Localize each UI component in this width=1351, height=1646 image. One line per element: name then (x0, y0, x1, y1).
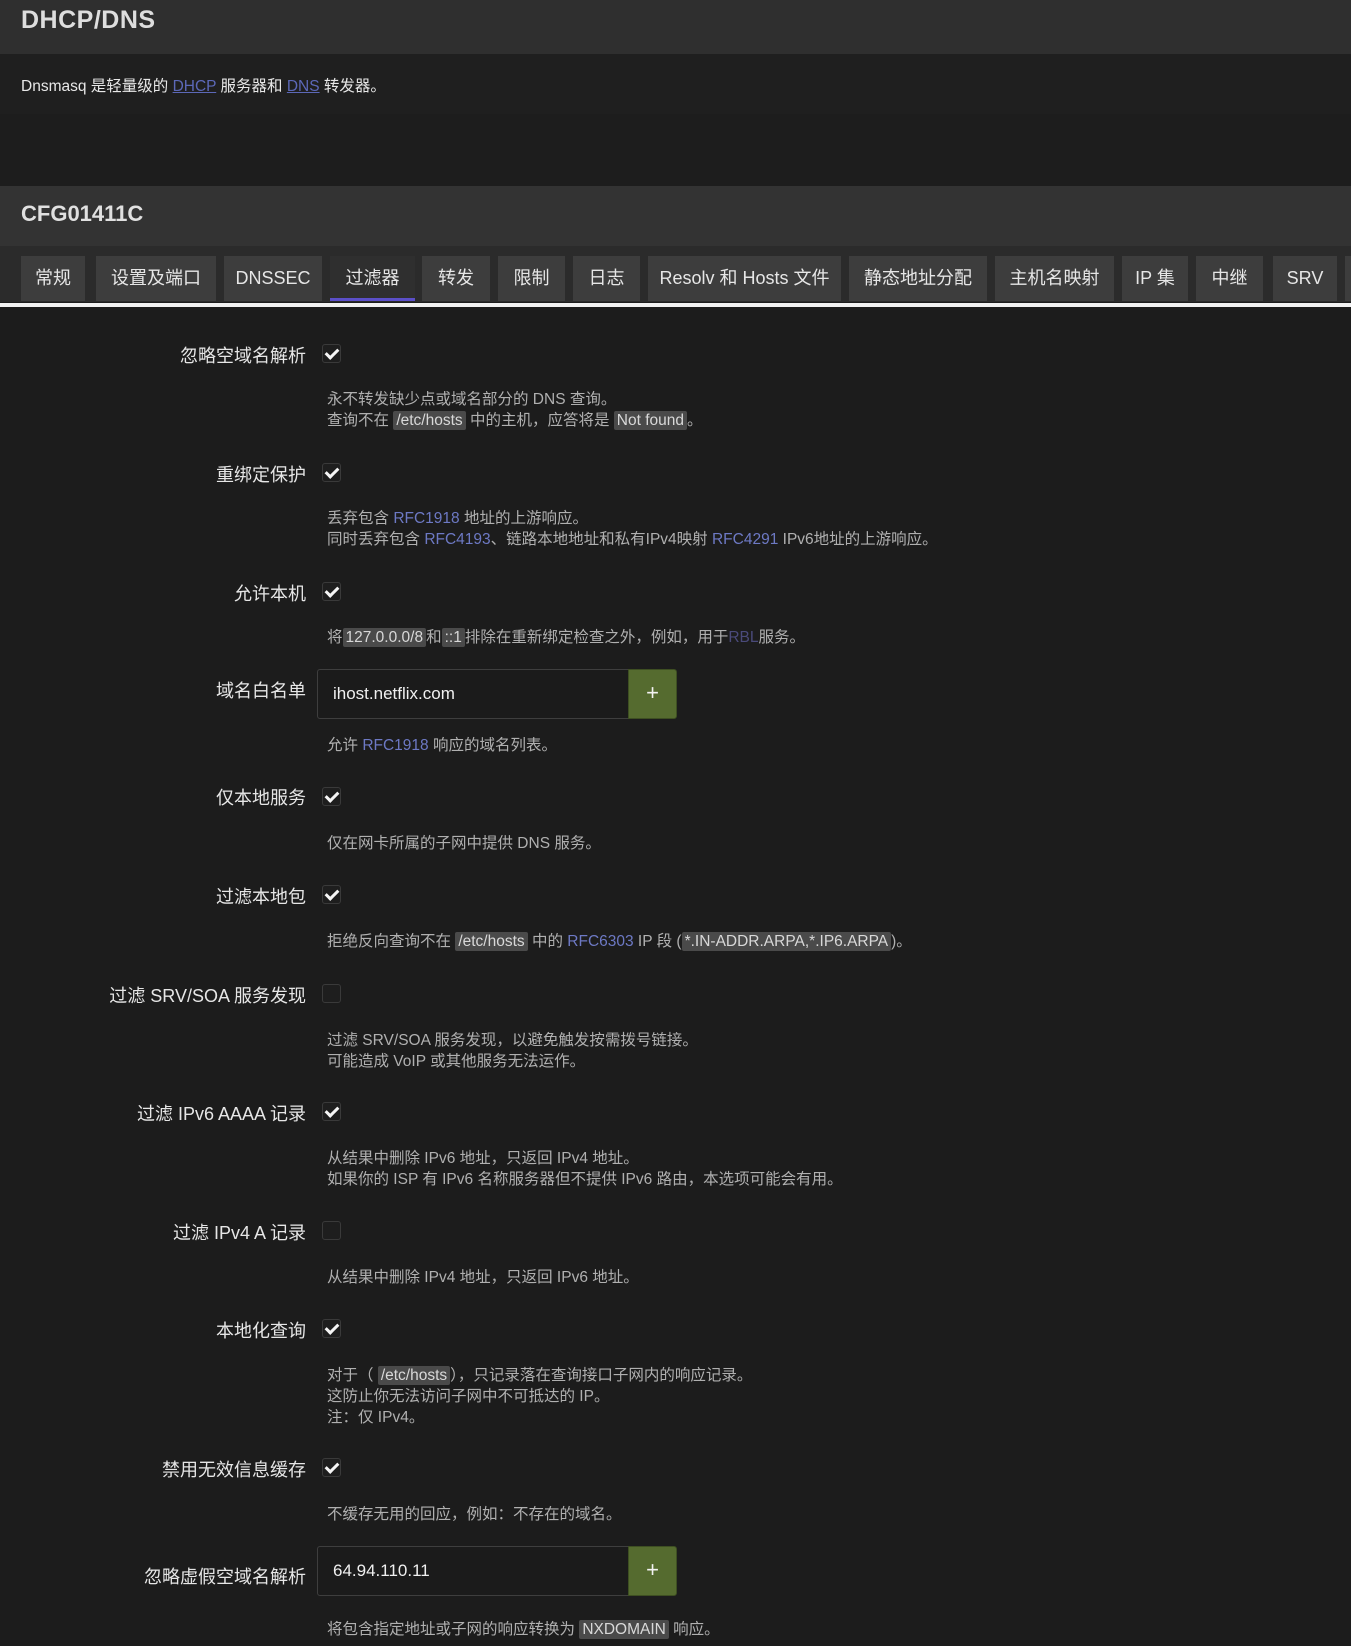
tab-filters[interactable]: 过滤器 (330, 256, 415, 301)
help-line: 可能造成 VoIP 或其他服务无法运作。 (327, 1053, 586, 1070)
field-help: 拒绝反向查询不在 /etc/hosts 中的 RFC6303 IP 段 (*.I… (327, 931, 912, 952)
page-title: DHCP/DNS (21, 6, 156, 34)
help-line: 过滤 SRV/SOA 服务发现，以避免触发按需拨号链接。 (327, 1032, 698, 1049)
rfc4193-link[interactable]: RFC4193 (424, 531, 490, 548)
help-line: 允许 RFC1918 响应的域名列表。 (327, 737, 557, 754)
section-title: CFG01411C (21, 201, 144, 226)
tab-forwards[interactable]: 转发 (422, 256, 490, 301)
code-snippet: ::1 (441, 628, 465, 647)
help-line: 将包含指定地址或子网的响应转换为 NXDOMAIN 响应。 (327, 1620, 720, 1639)
code-snippet: /etc/hosts (393, 411, 466, 430)
field-label: 仅本地服务 (216, 788, 306, 808)
field-label: 域名白名单 (216, 681, 306, 701)
field-help: 将包含指定地址或子网的响应转换为 NXDOMAIN 响应。 (327, 1619, 720, 1640)
help-line: 注：仅 IPv4。 (327, 1409, 425, 1426)
field-help: 永不转发缺少点或域名部分的 DNS 查询。 查询不在 /etc/hosts 中的… (327, 389, 703, 431)
dns-link[interactable]: DNS (287, 78, 320, 95)
field-help: 允许 RFC1918 响应的域名列表。 (327, 735, 557, 756)
code-snippet: Not found (613, 411, 687, 430)
rbl-link[interactable]: RBL (728, 629, 758, 646)
field-help: 仅在网卡所属的子网中提供 DNS 服务。 (327, 833, 601, 854)
tab-limits[interactable]: 限制 (498, 256, 565, 301)
code-snippet: 127.0.0.0/8 (342, 628, 427, 647)
help-line: 不缓存无用的回应，例如：不存在的域名。 (327, 1506, 622, 1523)
help-line: 仅在网卡所属的子网中提供 DNS 服务。 (327, 835, 601, 852)
help-line: 拒绝反向查询不在 /etc/hosts 中的 RFC6303 IP 段 (*.I… (327, 932, 912, 951)
field-help: 丢弃包含 RFC1918 地址的上游响应。 同时丢弃包含 RFC4193、链路本… (327, 508, 938, 550)
tab-srv[interactable]: SRV (1273, 256, 1337, 301)
nonegcache-checkbox[interactable] (322, 1458, 341, 1477)
code-snippet: NXDOMAIN (579, 1620, 669, 1639)
tab-hostnames[interactable]: 主机名映射 (995, 256, 1114, 301)
tab-bar: 常规 设置及端口 DNSSEC 过滤器 转发 限制 日志 Resolv 和 Ho… (0, 246, 1351, 302)
tab-resolv-hosts[interactable]: Resolv 和 Hosts 文件 (648, 256, 841, 301)
rfc6303-link[interactable]: RFC6303 (567, 933, 633, 950)
intro-text: Dnsmasq 是轻量级的 DHCP 服务器和 DNS 转发器。 (21, 74, 386, 96)
help-line: 从结果中删除 IPv6 地址，只返回 IPv4 地址。 (327, 1150, 639, 1167)
field-help: 对于（ /etc/hosts ），只记录落在查询接口子网内的响应记录。 这防止你无… (327, 1365, 752, 1428)
tab-settings-ports[interactable]: 设置及端口 (96, 256, 216, 301)
tab-dnssec[interactable]: DNSSEC (224, 256, 322, 301)
field-label: 忽略空域名解析 (180, 346, 306, 366)
section-header: CFG01411C (0, 186, 1351, 246)
tab-relay[interactable]: 中继 (1196, 256, 1263, 301)
boguspriv-checkbox[interactable] (322, 885, 341, 904)
intro-prefix: Dnsmasq 是轻量级的 (21, 78, 173, 95)
dhcp-link[interactable]: DHCP (173, 78, 217, 95)
tab-general[interactable]: 常规 (21, 256, 85, 301)
help-line: 如果你的 ISP 有 IPv6 名称服务器但不提供 IPv6 路由，本选项可能会… (327, 1171, 843, 1188)
tab-static-leases[interactable]: 静态地址分配 (849, 256, 987, 301)
field-label: 允许本机 (234, 584, 306, 604)
field-label: 过滤 IPv4 A 记录 (172, 1223, 306, 1243)
field-help: 从结果中删除 IPv6 地址，只返回 IPv4 地址。 如果你的 ISP 有 I… (327, 1148, 843, 1190)
field-help: 过滤 SRV/SOA 服务发现，以避免触发按需拨号链接。 可能造成 VoIP 或… (327, 1030, 698, 1072)
code-snippet: *.IN-ADDR.ARPA,*.IP6.ARPA (681, 932, 892, 951)
page-header: DHCP/DNS (0, 0, 1351, 54)
field-label: 过滤本地包 (216, 887, 306, 907)
code-snippet: /etc/hosts (455, 932, 528, 951)
rebind-domain-input[interactable]: ihost.netflix.com (317, 669, 629, 719)
help-line: 从结果中删除 IPv4 地址，只返回 IPv6 地址。 (327, 1269, 639, 1286)
tab-ipsets[interactable]: IP 集 (1122, 256, 1188, 301)
intro-panel: Dnsmasq 是轻量级的 DHCP 服务器和 DNS 转发器。 (0, 54, 1351, 114)
code-snippet: /etc/hosts (377, 1366, 451, 1385)
help-line: 丢弃包含 RFC1918 地址的上游响应。 (327, 510, 588, 527)
field-help: 将 127.0.0.0/8 和::1 排除在重新绑定检查之外，例如，用于RBL服务。 (327, 627, 805, 648)
field-help: 不缓存无用的回应，例如：不存在的域名。 (327, 1504, 622, 1525)
tab-overflow[interactable] (1345, 256, 1351, 301)
rfc1918-link[interactable]: RFC1918 (393, 510, 459, 527)
help-line: 永不转发缺少点或域名部分的 DNS 查询。 (327, 391, 617, 408)
field-label: 忽略虚假空域名解析 (144, 1567, 306, 1587)
add-rebind-domain-button[interactable]: + (628, 669, 677, 719)
intro-middle: 服务器和 (216, 78, 287, 95)
field-label: 过滤 IPv6 AAAA 记录 (136, 1104, 306, 1124)
filter-a-checkbox[interactable] (322, 1221, 341, 1240)
localservice-checkbox[interactable] (322, 787, 341, 806)
bogusnxdomain-input[interactable]: 64.94.110.11 (317, 1546, 629, 1596)
add-bogusnxdomain-button[interactable]: + (628, 1546, 677, 1596)
field-label: 过滤 SRV/SOA 服务发现 (109, 986, 306, 1006)
help-line: 将 127.0.0.0/8 和::1 排除在重新绑定检查之外，例如，用于RBL服务。 (327, 628, 806, 647)
rfc4291-link[interactable]: RFC4291 (712, 531, 778, 548)
help-line: 查询不在 /etc/hosts 中的主机，应答将是 Not found。 (327, 411, 703, 430)
domain-needed-checkbox[interactable] (322, 344, 341, 363)
field-label: 禁用无效信息缓存 (162, 1460, 306, 1480)
localise-queries-checkbox[interactable] (322, 1319, 341, 1338)
help-line: 同时丢弃包含 RFC4193、链路本地地址和私有IPv4映射 RFC4291 I… (327, 531, 938, 548)
intro-suffix: 转发器。 (319, 78, 386, 95)
filter-aaaa-checkbox[interactable] (322, 1102, 341, 1121)
filterwin2k-checkbox[interactable] (322, 984, 341, 1003)
help-line: 对于（ /etc/hosts ），只记录落在查询接口子网内的响应记录。 (327, 1366, 753, 1385)
rebind-protection-checkbox[interactable] (322, 463, 341, 482)
field-label: 重绑定保护 (216, 465, 306, 485)
field-label: 本地化查询 (216, 1321, 306, 1341)
tab-logging[interactable]: 日志 (573, 256, 640, 301)
help-line: 这防止你无法访问子网中不可抵达的 IP。 (327, 1388, 610, 1405)
field-help: 从结果中删除 IPv4 地址，只返回 IPv6 地址。 (327, 1267, 639, 1288)
rfc1918-link[interactable]: RFC1918 (362, 737, 428, 754)
rebind-localhost-checkbox[interactable] (322, 582, 341, 601)
